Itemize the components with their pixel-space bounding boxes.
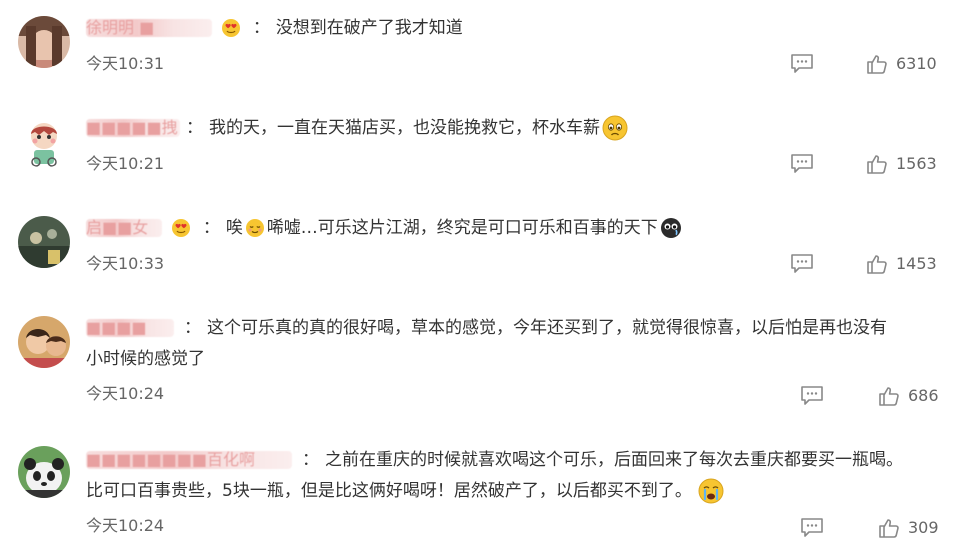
like-count: 309 [908,518,939,537]
crying-face-emoji-icon [698,478,724,504]
comment-time: 今天10:24 [86,384,165,403]
comment-text-line: ■■■■ ： 这个可乐真的真的很好喝，草本的感觉，今年还买到了，就觉得很惊喜，以后怕… [86,313,939,344]
username[interactable]: ■■■■■■■■百化啊 [86,451,292,469]
comment-item: ■■■■■拽 ： 我的天，一直在天猫店买，也没能挽救它，杯水车薪 今天10:21 1… [0,100,953,200]
comment-text-line: ■■■■■■■■百化啊 ： 之前在重庆的时候就喜欢喝这个可乐，后面回来了每次去重庆都… [86,445,939,476]
thumbs-up-icon [879,519,899,538]
name-separator: ： [302,450,319,470]
like-count: 686 [908,386,939,405]
comment-item: ■■■■ ： 这个可乐真的真的很好喝，草本的感觉，今年还买到了，就觉得很惊喜，以后怕… [0,300,953,432]
name-separator: ： [252,18,270,38]
comment-text: 小时候的感觉了 [86,349,205,369]
user-avatar-icon[interactable] [18,216,70,268]
crying-black-emoji-icon [660,217,682,239]
user-avatar-icon[interactable] [18,16,70,68]
like-button[interactable]: 6310 [866,52,937,76]
comment-item: ■■■■■■■■百化啊 ： 之前在重庆的时候就喜欢喝这个可乐，后面回来了每次去重庆都… [0,432,953,555]
heart-eyes-badge-icon [221,18,241,38]
comment-text-line: ■■■■■拽 ： 我的天，一直在天猫店买，也没能挽救它，杯水车薪 [86,113,939,144]
user-avatar-icon[interactable] [18,316,70,368]
like-button[interactable]: 309 [878,516,939,540]
like-button[interactable]: 1453 [866,252,937,276]
comment-text: 唉 [225,218,243,238]
comment-text-line: 徐明明 ■ ：没想到在破产了我才知道 [86,13,939,44]
comment-meta: 今天10:24 686 [86,382,946,406]
thumbs-up-icon [867,55,887,74]
name-separator: ： [202,218,220,238]
like-button[interactable]: 1563 [866,152,937,176]
comment-meta: 今天10:31 6310 [86,52,946,76]
name-separator: ： [186,118,203,138]
reply-icon[interactable] [800,517,824,539]
comment-text: 我的天，一直在天猫店买，也没能挽救它，杯水车薪 [209,118,600,138]
username[interactable]: 启■■女 [86,219,162,237]
comment-list: 徐明明 ■ ：没想到在破产了我才知道 今天10:31 6310 ■■■■■拽 ：… [0,0,953,555]
relieved-face-emoji-icon [245,218,265,238]
comment-text: 这个可乐真的真的很好喝，草本的感觉，今年还买到了，就觉得很惊喜，以后怕是再也没有 [207,318,887,338]
comment-text: 比可口百事贵些，5块一瓶，但是比这俩好喝呀！居然破产了，以后都买不到了。 [86,481,692,501]
comment-meta: 今天10:33 1453 [86,252,946,276]
comment-meta: 今天10:21 1563 [86,152,946,176]
user-avatar-icon[interactable] [18,116,70,168]
comment-text-line: 启■■女 ：唉 唏嘘…可乐这片江湖，终究是可口可乐和百事的天下 [86,213,939,244]
username[interactable]: 徐明明 ■ [86,19,212,37]
reply-icon[interactable] [790,253,814,275]
like-button[interactable]: 686 [878,384,939,408]
sad-face-emoji-icon [602,115,628,141]
thumbs-up-icon [867,255,887,274]
comment-time: 今天10:21 [86,154,165,173]
thumbs-up-icon [879,387,899,406]
user-avatar-icon[interactable] [18,446,70,498]
comment-text: 唏嘘…可乐这片江湖，终究是可口可乐和百事的天下 [266,218,658,238]
thumbs-up-icon [867,155,887,174]
reply-icon[interactable] [790,53,814,75]
reply-icon[interactable] [790,153,814,175]
comment-time: 今天10:33 [86,254,165,273]
comment-time: 今天10:24 [86,516,165,535]
comment-item: 徐明明 ■ ：没想到在破产了我才知道 今天10:31 6310 [0,0,953,100]
like-count: 1563 [896,154,937,173]
heart-eyes-badge-icon [171,218,191,238]
comment-text: 之前在重庆的时候就喜欢喝这个可乐，后面回来了每次去重庆都要买一瓶喝。 [325,450,903,470]
like-count: 6310 [896,54,937,73]
reply-icon[interactable] [800,385,824,407]
comment-time: 今天10:31 [86,54,165,73]
username[interactable]: ■■■■ [86,319,174,337]
comment-text-line: 小时候的感觉了 [86,344,939,375]
like-count: 1453 [896,254,937,273]
name-separator: ： [184,318,201,338]
username[interactable]: ■■■■■拽 [86,119,180,137]
comment-text: 没想到在破产了我才知道 [275,18,463,38]
comment-meta: 今天10:24 309 [86,514,946,538]
comment-text-line: 比可口百事贵些，5块一瓶，但是比这俩好喝呀！居然破产了，以后都买不到了。 [86,476,939,507]
comment-item: 启■■女 ：唉 唏嘘…可乐这片江湖，终究是可口可乐和百事的天下 今天10:33 … [0,200,953,300]
